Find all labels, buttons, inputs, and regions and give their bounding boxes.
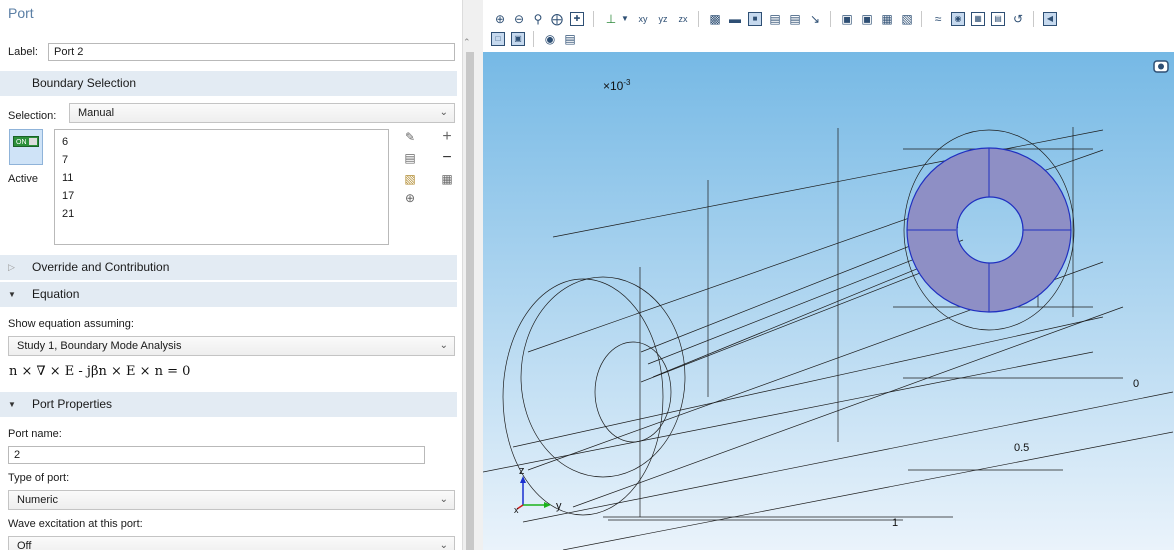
add-icon[interactable]: + [440,129,454,145]
chevron-down-icon: ⌄ [439,107,448,118]
toolbar-separator [1033,11,1034,27]
scene-light-icon[interactable]: ▣ [840,12,854,26]
zoom-selected-icon[interactable]: ⨁ [550,12,564,26]
measure-icon[interactable]: ▦ [880,12,894,26]
paste-selection-icon[interactable]: ✎ [403,130,417,144]
list-item[interactable]: 21 [62,208,74,220]
panel-title: Port [8,5,34,21]
print-icon[interactable]: ▤ [563,32,577,46]
axis-tick-label: 1 [892,517,898,529]
remove-icon[interactable]: − [440,150,454,166]
list-item[interactable]: 6 [62,136,68,148]
triad-x-label: x [514,505,519,515]
zoom-box-icon[interactable]: ⚲ [531,12,545,26]
list-item[interactable]: 17 [62,190,74,202]
show-equation-caption: Show equation assuming: [8,318,134,330]
copy-icon[interactable]: ▤ [403,151,417,165]
wireframe-icon[interactable]: ▬ [728,12,742,26]
model-geometry[interactable]: ×10-3 0 0.5 1 z y x [483,52,1174,550]
undo-icon[interactable]: ↺ [1011,12,1025,26]
section-title: Port Properties [32,397,113,411]
section-equation[interactable]: ▼ Equation [0,282,457,307]
clipboard-icon[interactable]: ▧ [403,172,417,186]
view-zx-icon[interactable]: zx [676,12,690,26]
wave-excitation-caption: Wave excitation at this port: [8,518,143,530]
type-of-port-caption: Type of port: [8,472,70,484]
equation-formula: n × ∇ × E - jβn × E × n = 0 [9,364,191,379]
chevron-down-icon[interactable]: ▼ [618,12,632,26]
section-override[interactable]: ▷ Override and Contribution [0,255,457,280]
label-input[interactable]: Port 2 [48,43,455,61]
active-toggle[interactable]: ON [9,129,43,165]
grid-icon[interactable]: ▣ [860,12,874,26]
graphics-toolbar: ⊕ ⊖ ⚲ ⨁ ✚ ⊥ ▼ xy yz zx ▩ ▬ ■ ▤ ▤ ↘ ▣ ▣ ▦… [483,0,1174,52]
render-icon[interactable]: ■ [748,12,762,26]
study-value: Study 1, Boundary Mode Analysis [17,340,182,352]
type-value: Numeric [17,494,58,506]
collapse-arrow-icon: ▼ [8,400,16,409]
switch-icon: ON [13,136,39,147]
wave-excitation-combo[interactable]: Off ⌄ [8,536,455,550]
collapse-arrow-icon: ▼ [8,290,16,299]
selection-value: Manual [78,107,115,119]
triad-z-label: z [519,465,525,477]
camera-view-icon[interactable] [1153,60,1169,73]
clear-selection-icon[interactable]: ▧ [900,12,914,26]
zoom-to-selection-icon[interactable]: ⊕ [403,191,417,205]
port-name-input[interactable]: 2 [8,446,425,464]
port-name-caption: Port name: [8,428,62,440]
selection-caption: Selection: [8,110,57,122]
list-item[interactable]: 7 [62,154,68,166]
section-title: Override and Contribution [32,260,170,274]
camera-icon[interactable]: ◉ [543,32,557,46]
zoom-out-icon[interactable]: ⊖ [512,12,526,26]
settings-panel: Port Label: Port 2 Boundary Selection Se… [0,0,462,550]
section-boundary-selection[interactable]: Boundary Selection [0,71,457,96]
study-combo[interactable]: Study 1, Boundary Mode Analysis ⌄ [8,336,455,356]
axis-tick-label: 0.5 [1014,442,1029,454]
toolbar-separator [830,11,831,27]
zoom-in-icon[interactable]: ⊕ [493,12,507,26]
view-yz-icon[interactable]: yz [656,12,670,26]
undo-hide-icon[interactable]: ▤ [991,12,1005,26]
section-title: Boundary Selection [32,76,137,90]
triad-y-label: y [556,500,562,512]
section-title: Equation [32,287,80,301]
hide-icon[interactable]: ≈ [931,12,945,26]
transparency-icon[interactable]: ▩ [708,12,722,26]
go-to-default-view-icon[interactable]: ◀ [1043,12,1057,26]
views-icon[interactable]: □ [491,32,505,46]
list-item[interactable]: 11 [62,172,73,184]
axis-orientation-icon[interactable]: ⊥ [604,12,618,26]
show-hidden-icon[interactable]: ◉ [951,12,965,26]
toolbar-separator [698,11,699,27]
axis-tick-label: 0 [1133,378,1139,390]
selection-combo[interactable]: Manual ⌄ [69,103,455,123]
chevron-down-icon: ⌄ [439,540,448,550]
scroll-up-icon[interactable]: ⌃ [463,37,471,48]
select-points-icon[interactable]: ↘ [808,12,822,26]
toolbar-separator [533,31,534,47]
chevron-down-icon: ⌄ [439,494,448,505]
views-list-icon[interactable]: ▣ [511,32,525,46]
toolbar-separator [593,11,594,27]
expand-arrow-icon: ▷ [8,262,15,272]
section-port-properties[interactable]: ▼ Port Properties [0,392,457,417]
wave-value: Off [17,540,32,550]
label-caption: Label: [8,46,38,58]
graphics-window[interactable]: ×10-3 0 0.5 1 z y x [483,52,1174,550]
zoom-extents-icon[interactable]: ✚ [570,12,584,26]
active-label: Active [8,173,38,185]
scrollbar-thumb[interactable] [466,52,474,550]
view-xy-icon[interactable]: xy [636,12,650,26]
select-boundaries-icon[interactable]: ▤ [768,12,782,26]
select-edges-icon[interactable]: ▤ [788,12,802,26]
chevron-down-icon: ⌄ [439,340,448,351]
type-of-port-combo[interactable]: Numeric ⌄ [8,490,455,510]
reset-hiding-icon[interactable]: ▦ [971,12,985,26]
toolbar-separator [921,11,922,27]
selection-list[interactable]: 6 7 11 17 21 [54,129,389,245]
clear-selection-icon[interactable]: ▦ [440,172,454,186]
